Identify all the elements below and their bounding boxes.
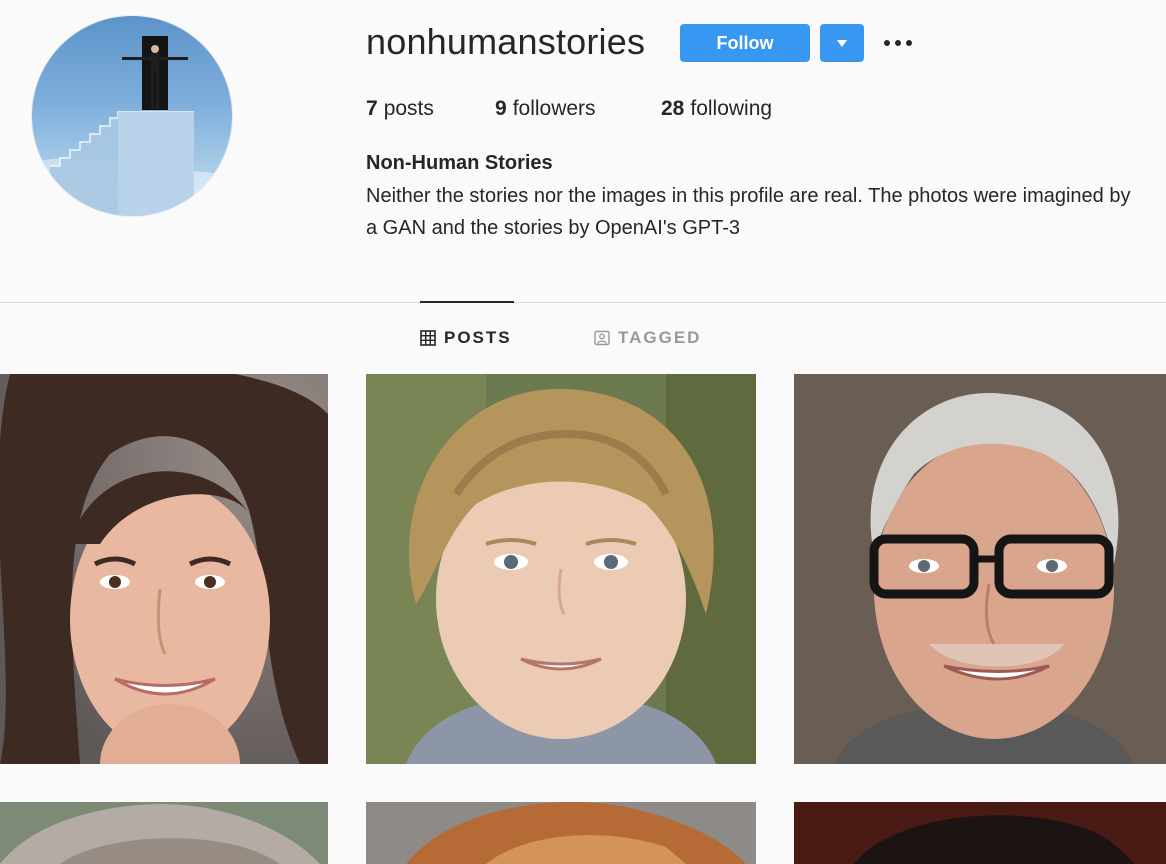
following-count-value: 28 [661,97,685,120]
profile-page: nonhumanstories Follow 7 posts 9 followers… [0,0,1166,864]
post-thumbnail[interactable] [0,802,328,864]
post-image [0,374,328,764]
tab-tagged-label: TAGGED [618,328,702,347]
posts-count: 7 posts [366,96,434,122]
profile-avatar[interactable] [32,16,232,216]
follow-button[interactable]: Follow [680,24,810,62]
tab-posts-label: POSTS [444,328,512,347]
post-thumbnail[interactable] [794,802,1166,864]
full-name: Non-Human Stories [366,152,553,174]
post-image [794,374,1166,764]
grid-icon [420,330,436,346]
tab-posts[interactable]: POSTS [420,326,512,350]
ellipsis-icon [884,40,890,46]
tab-tagged[interactable]: TAGGED [594,326,701,350]
followers-count-value: 9 [495,97,507,120]
suggested-accounts-dropdown-button[interactable] [820,24,864,62]
post-image [366,802,756,864]
following-link[interactable]: 28 following [661,96,772,122]
tabs-divider [0,302,1166,303]
followers-count-label: followers [512,97,596,120]
avatar-image [32,36,232,216]
followers-link[interactable]: 9 followers [495,96,596,122]
post-thumbnail[interactable] [0,374,328,764]
active-tab-indicator [420,301,514,303]
post-thumbnail[interactable] [366,802,756,864]
username: nonhumanstories [366,21,646,62]
post-image [0,802,328,864]
post-thumbnail[interactable] [794,374,1166,764]
options-button[interactable] [878,30,918,56]
profile-bio: Neither the stories nor the images in th… [366,185,1131,239]
caret-down-icon [837,39,847,47]
post-image [794,802,1166,864]
following-count-label: following [690,97,773,120]
post-thumbnail[interactable] [366,374,756,764]
post-image [366,374,756,764]
posts-count-label: posts [383,97,434,120]
posts-count-value: 7 [366,97,378,120]
tagged-user-icon [594,330,610,346]
